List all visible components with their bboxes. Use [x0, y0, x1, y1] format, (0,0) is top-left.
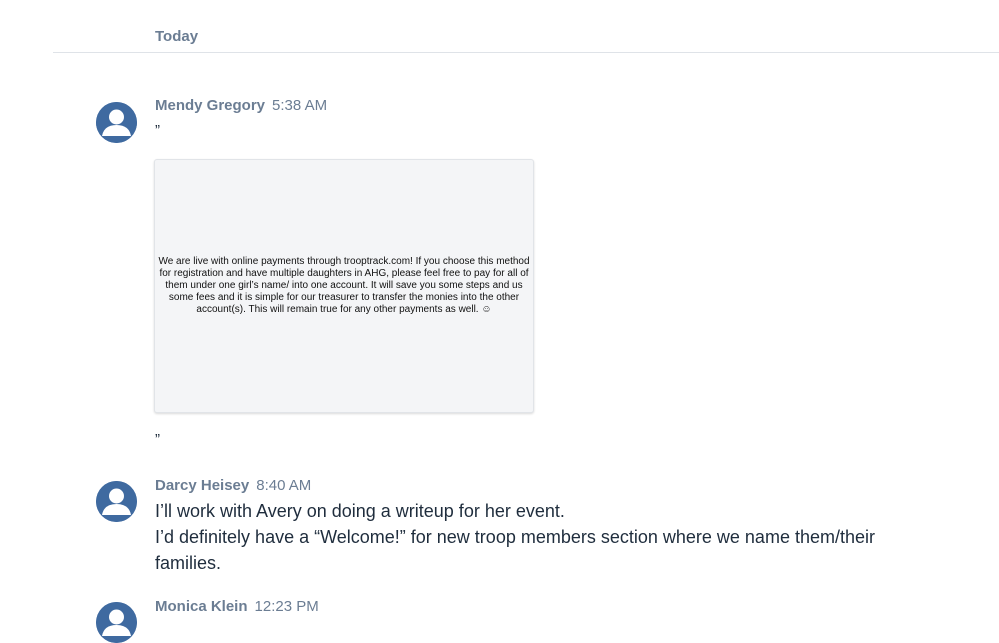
- day-divider: Today: [53, 0, 999, 53]
- message-line: I’ll work with Avery on doing a writeup …: [155, 501, 565, 521]
- message-meta: Darcy Heisey 8:40 AM: [155, 477, 311, 494]
- avatar[interactable]: [96, 102, 137, 143]
- quote-mark-close: ”: [155, 431, 160, 448]
- image-attachment[interactable]: We are live with online payments through…: [154, 159, 534, 413]
- author-name[interactable]: Darcy Heisey: [155, 477, 249, 494]
- user-icon: [96, 481, 137, 522]
- author-name[interactable]: Mendy Gregory: [155, 97, 265, 114]
- message-body: I’ll work with Avery on doing a writeup …: [155, 498, 935, 576]
- user-icon: [96, 102, 137, 143]
- author-name[interactable]: Monica Klein: [155, 598, 248, 615]
- message-meta: Mendy Gregory 5:38 AM: [155, 97, 327, 114]
- quote-mark-open: ”: [155, 122, 160, 139]
- message-line: I’d definitely have a “Welcome!” for new…: [155, 527, 875, 573]
- message-meta: Monica Klein 12:23 PM: [155, 598, 319, 615]
- message-time[interactable]: 5:38 AM: [272, 97, 327, 114]
- day-divider-label: Today: [155, 28, 199, 45]
- attachment-text: We are live with online payments through…: [158, 256, 530, 315]
- avatar[interactable]: [96, 481, 137, 522]
- user-icon: [96, 602, 137, 643]
- message-time[interactable]: 12:23 PM: [255, 598, 319, 615]
- message-time[interactable]: 8:40 AM: [256, 477, 311, 494]
- avatar[interactable]: [96, 602, 137, 643]
